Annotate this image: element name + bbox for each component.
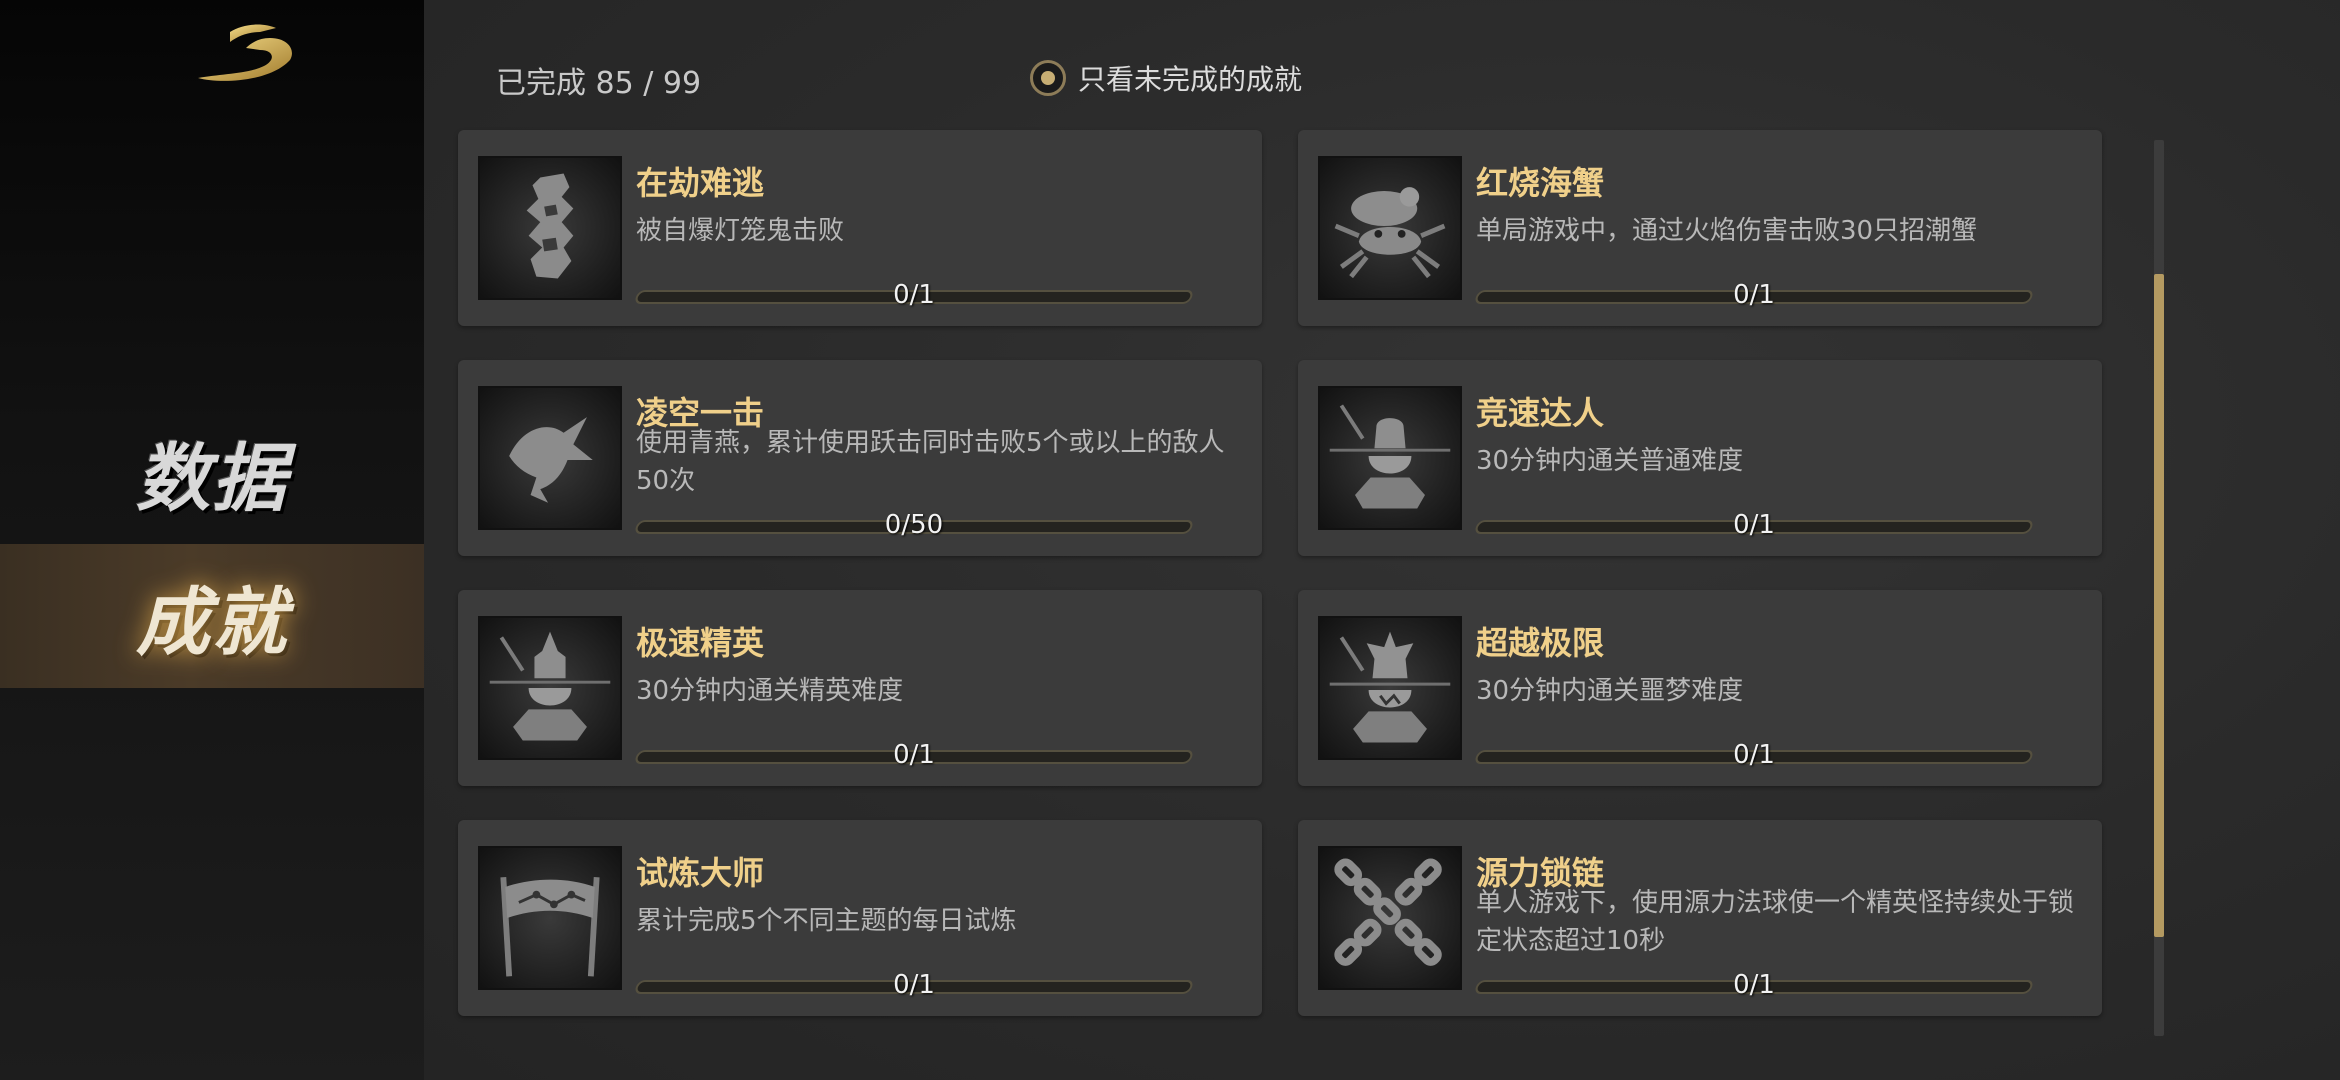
achievement-card[interactable]: 源力锁链 单人游戏下，使用源力法球使一个精英怪持续处于锁定状态超过10秒 0/1: [1298, 820, 2102, 1016]
scrollbar-thumb[interactable]: [2154, 274, 2164, 938]
progress-count: 0/1: [1733, 280, 1775, 310]
achievement-card[interactable]: 在劫难逃 被自爆灯笼鬼击败 0/1: [458, 130, 1262, 326]
progress-count: 0/1: [893, 970, 935, 1000]
completion-summary: 已完成 85 / 99: [496, 66, 702, 101]
lantern-ghost-icon: [478, 156, 622, 300]
game-logo: [190, 20, 300, 90]
achievement-card[interactable]: 极速精英 30分钟内通关精英难度 0/1: [458, 590, 1262, 786]
achievement-card[interactable]: 凌空一击 使用青燕，累计使用跃击同时击败5个或以上的敌人50次 0/50: [458, 360, 1262, 556]
sidebar-item-label: 数据: [136, 435, 288, 522]
achievement-title: 竞速达人: [1476, 394, 1605, 432]
progress-count: 0/1: [893, 280, 935, 310]
achievement-grid: 在劫难逃 被自爆灯笼鬼击败 0/1 红烧海蟹 单局游戏中，通过火焰伤害击败30只…: [458, 130, 2108, 1070]
elite-warrior-icon: [478, 616, 622, 760]
achievement-card[interactable]: 红烧海蟹 单局游戏中，通过火焰伤害击败30只招潮蟹 0/1: [1298, 130, 2102, 326]
achievement-title: 红烧海蟹: [1476, 164, 1605, 202]
achievement-panel: 已完成 85 / 99 只看未完成的成就 在劫难逃 被自爆灯笼鬼击败 0/1 红…: [424, 0, 2340, 1080]
progress-count: 0/50: [884, 510, 944, 540]
achievement-card[interactable]: 超越极限 30分钟内通关噩梦难度 0/1: [1298, 590, 2102, 786]
achievement-description: 累计完成5个不同主题的每日试炼: [636, 906, 1017, 936]
achievements-screen: 数据 成就 已完成 85 / 99 只看未完成的成就 在劫难逃 被自爆灯笼鬼击败: [0, 0, 2340, 1080]
achievement-description: 使用青燕，累计使用跃击同时击败5个或以上的敌人50次: [636, 428, 1225, 496]
achievement-description: 单人游戏下，使用源力法球使一个精英怪持续处于锁定状态超过10秒: [1476, 888, 2075, 956]
achievement-card[interactable]: 试炼大师 累计完成5个不同主题的每日试炼 0/1: [458, 820, 1262, 1016]
chains-icon: [1318, 846, 1462, 990]
banner-icon: [478, 846, 622, 990]
speed-warrior-icon: [1318, 386, 1462, 530]
progress-count: 0/1: [1733, 740, 1775, 770]
scrollbar[interactable]: [2154, 140, 2164, 1036]
achievement-description: 30分钟内通关噩梦难度: [1476, 676, 1744, 706]
crab-icon: [1318, 156, 1462, 300]
sidebar-item-label: 成就: [136, 579, 288, 666]
achievement-description: 30分钟内通关精英难度: [636, 676, 904, 706]
achievement-description: 被自爆灯笼鬼击败: [636, 216, 845, 246]
achievement-card[interactable]: 竞速达人 30分钟内通关普通难度 0/1: [1298, 360, 2102, 556]
achievement-description: 单局游戏中，通过火焰伤害击败30只招潮蟹: [1476, 216, 1978, 246]
progress-count: 0/1: [1733, 510, 1775, 540]
swallow-icon: [478, 386, 622, 530]
filter-label: 只看未完成的成就: [1078, 63, 1303, 96]
progress-count: 0/1: [893, 740, 935, 770]
sidebar-item-achievements[interactable]: 成就: [0, 544, 424, 688]
achievement-title: 试炼大师: [636, 854, 765, 892]
sidebar-item-data[interactable]: 数据: [0, 400, 424, 544]
achievement-title: 在劫难逃: [636, 164, 765, 202]
filter-incomplete-toggle[interactable]: 只看未完成的成就: [1030, 58, 1302, 98]
nightmare-warrior-icon: [1318, 616, 1462, 760]
achievement-title: 极速精英: [636, 624, 765, 662]
achievement-title: 超越极限: [1476, 624, 1605, 662]
radio-icon[interactable]: [1030, 60, 1066, 96]
achievement-description: 30分钟内通关普通难度: [1476, 446, 1744, 476]
progress-count: 0/1: [1733, 970, 1775, 1000]
sidebar: 数据 成就: [0, 0, 424, 1080]
